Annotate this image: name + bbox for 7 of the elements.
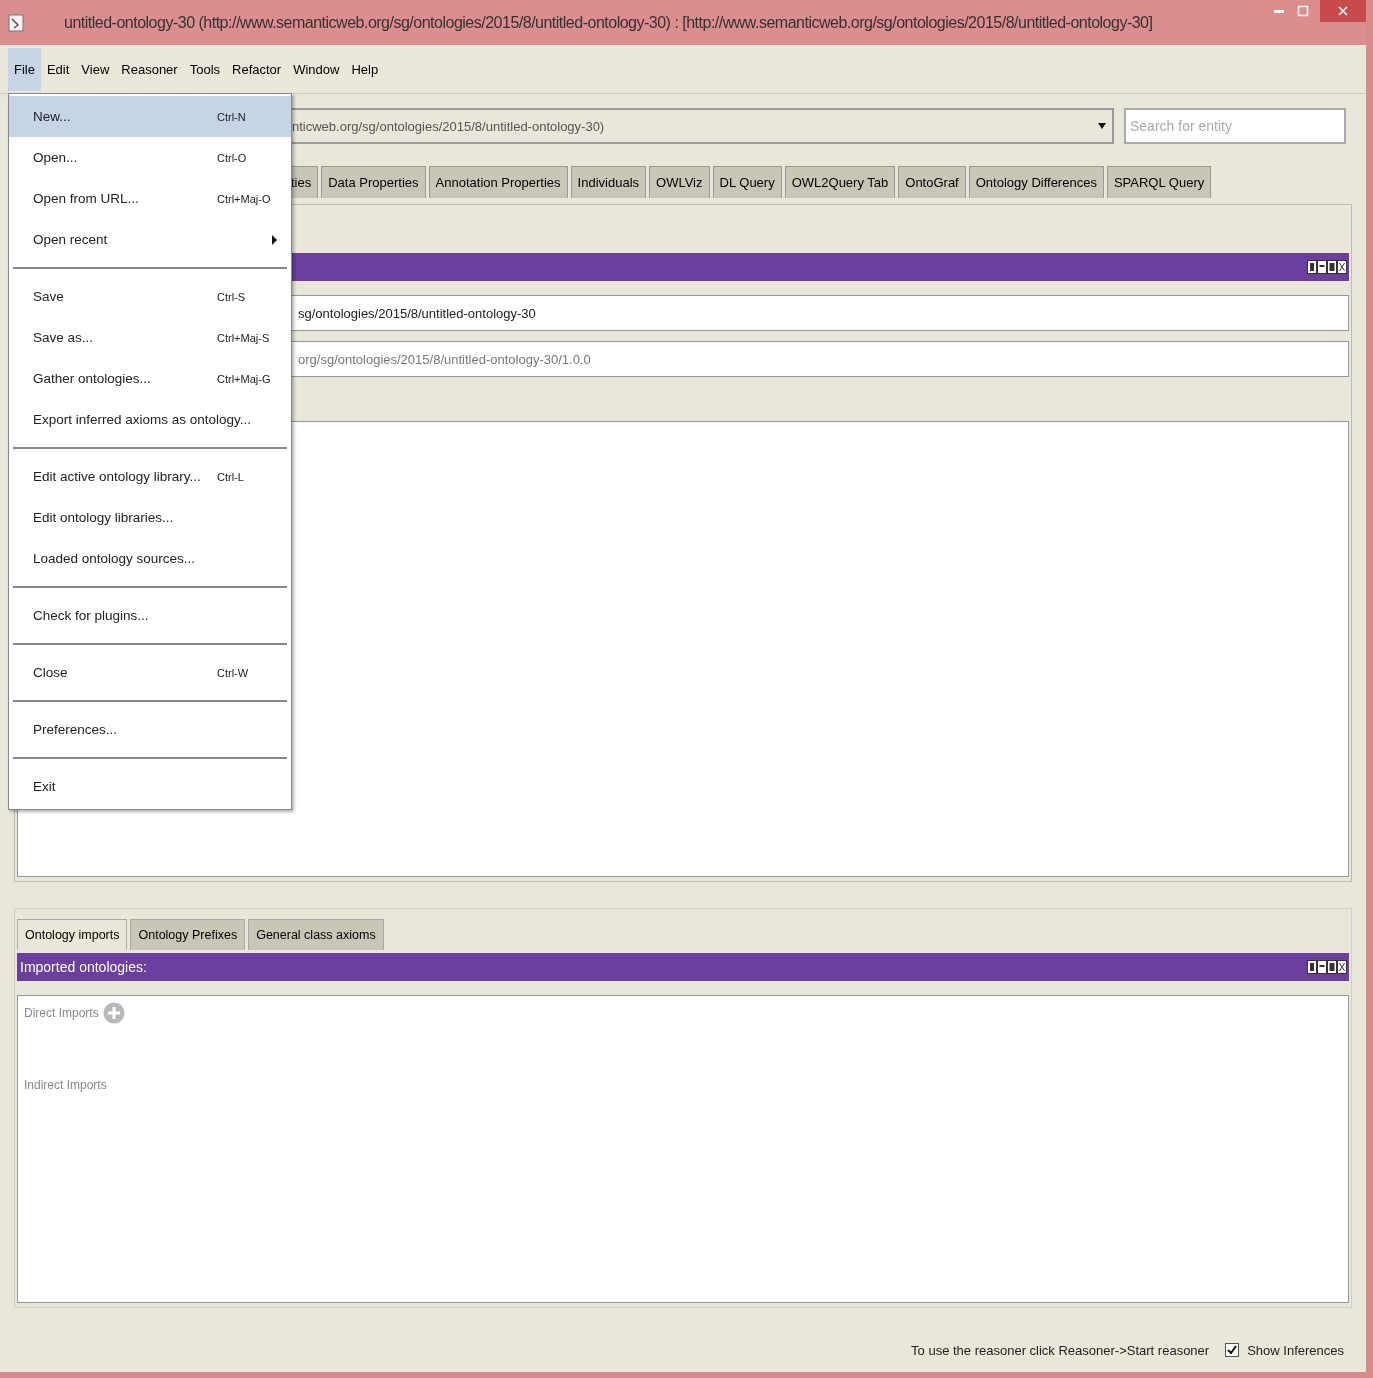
status-message: To use the reasoner click Reasoner->Start reasoner: [911, 1342, 1210, 1358]
ontology-name: nticweb.org/sg/ontologies/2015/8/untitled-ontology-30): [292, 118, 605, 134]
section-label: Indirect Imports: [24, 1078, 107, 1092]
section-label: Direct Imports: [24, 1006, 99, 1020]
window-title: untitled-ontology-30 (http://www.semanticweb.org/sg/ontologies/2015/8/untitled-ontology-30) : [http://www.semanticweb.org/sg/ontologies/2015/8/untitled-ontology-30]: [64, 13, 1154, 32]
checkbox-label: Show Inferences: [1247, 1342, 1344, 1358]
panel-title: Imported ontologies:: [20, 959, 147, 975]
